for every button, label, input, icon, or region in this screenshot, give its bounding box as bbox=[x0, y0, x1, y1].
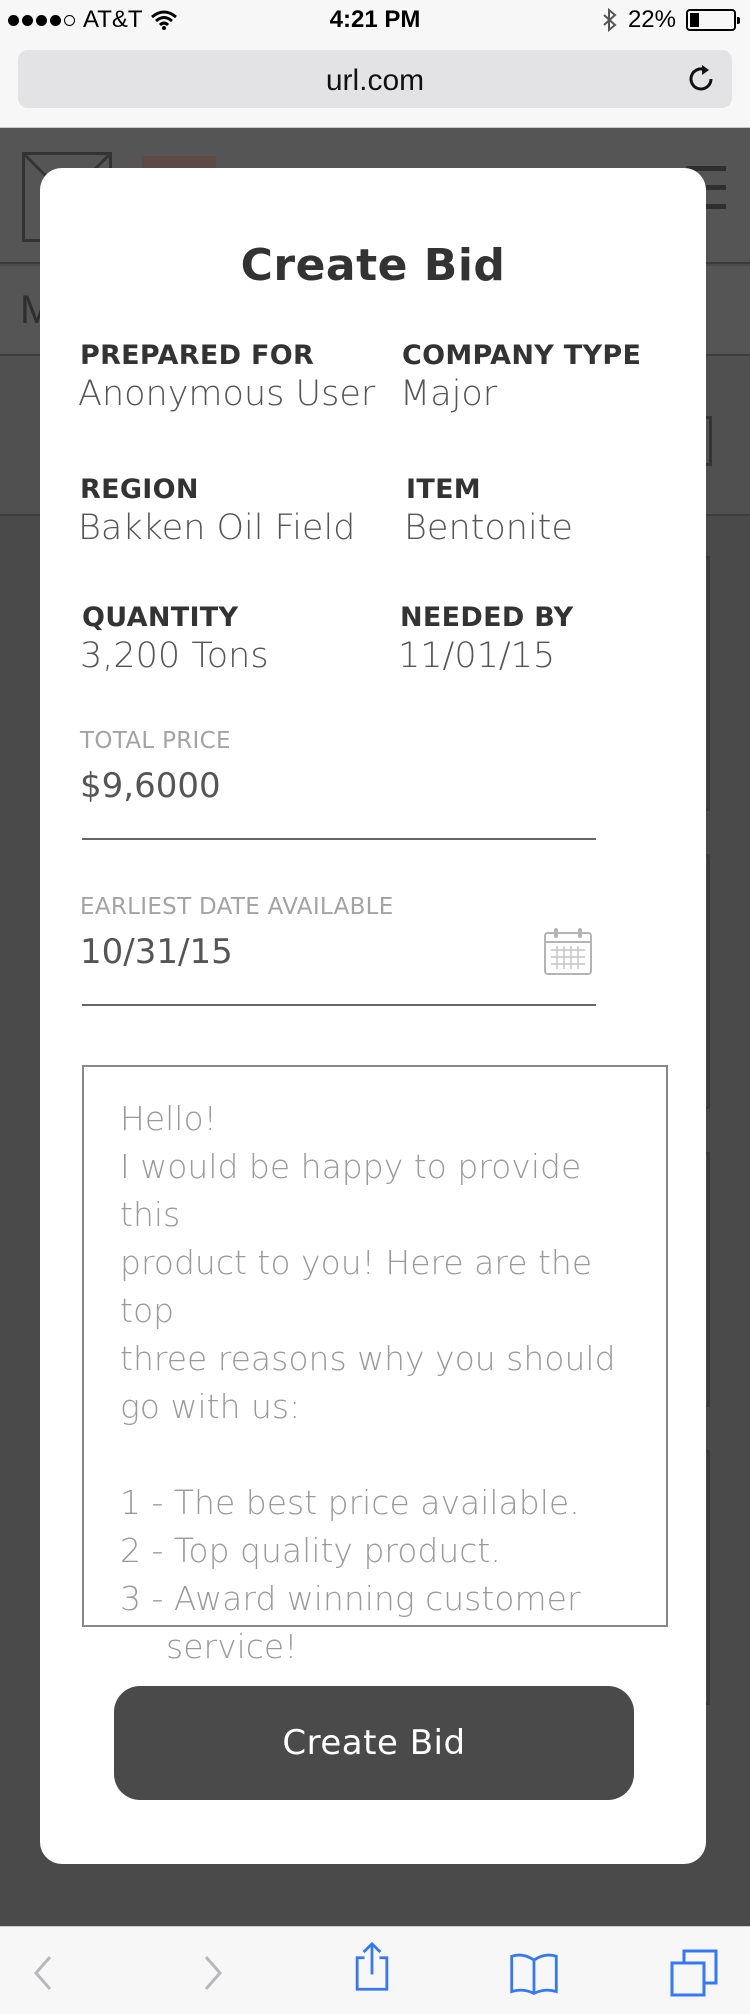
message-reason: 3 - Award winning customer bbox=[120, 1579, 581, 1618]
message-line: Hello! bbox=[120, 1099, 217, 1138]
modal-title: Create Bid bbox=[240, 240, 506, 291]
back-arrow-icon[interactable] bbox=[18, 1947, 70, 1999]
company-type-label: COMPANY TYPE bbox=[402, 340, 642, 371]
status-bar: AT&T 4:21 PM 22% bbox=[0, 0, 750, 40]
create-bid-modal: Create Bid PREPARED FOR Anonymous User C… bbox=[40, 168, 706, 1864]
total-price-label: TOTAL PRICE bbox=[80, 728, 231, 754]
region-value: Bakken Oil Field bbox=[78, 508, 356, 548]
total-price-input[interactable]: $9,6000 bbox=[80, 766, 221, 806]
total-price-underline bbox=[82, 838, 596, 840]
needed-by-label: NEEDED BY bbox=[400, 602, 574, 633]
url-text: url.com bbox=[325, 64, 425, 97]
earliest-date-underline bbox=[82, 1004, 596, 1006]
message-line: three reasons why you should bbox=[120, 1339, 616, 1378]
earliest-date-label: EARLIEST DATE AVAILABLE bbox=[80, 894, 394, 920]
browser-toolbar bbox=[0, 1926, 750, 2014]
battery-icon bbox=[686, 9, 740, 31]
bluetooth-icon bbox=[603, 8, 617, 32]
quantity-value: 3,200 Tons bbox=[80, 636, 269, 676]
message-line: product to you! Here are the top bbox=[120, 1243, 593, 1330]
bookmarks-icon[interactable] bbox=[508, 1947, 560, 1999]
region-label: REGION bbox=[80, 474, 199, 505]
tabs-icon[interactable] bbox=[668, 1947, 720, 1999]
needed-by-value: 11/01/15 bbox=[398, 636, 556, 676]
forward-arrow-icon[interactable] bbox=[186, 1947, 238, 1999]
share-icon[interactable] bbox=[346, 1941, 398, 1993]
browser-address-area: url.com bbox=[0, 40, 750, 128]
message-line: I would be happy to provide this bbox=[120, 1147, 582, 1234]
item-label: ITEM bbox=[406, 474, 481, 505]
reload-icon[interactable] bbox=[684, 62, 718, 96]
battery-percent: 22% bbox=[627, 6, 676, 33]
quantity-label: QUANTITY bbox=[82, 602, 239, 633]
company-type-value: Major bbox=[400, 374, 498, 414]
prepared-for-value: Anonymous User bbox=[78, 374, 376, 414]
message-textarea[interactable]: Hello! I would be happy to provide this … bbox=[82, 1065, 668, 1666]
message-reason: 1 - The best price available. bbox=[120, 1483, 580, 1522]
calendar-icon[interactable] bbox=[543, 926, 593, 976]
create-bid-button[interactable]: Create Bid bbox=[114, 1686, 634, 1800]
message-reason-continued: service! bbox=[166, 1627, 298, 1666]
address-bar[interactable]: url.com bbox=[18, 50, 732, 108]
message-line: go with us: bbox=[120, 1387, 301, 1426]
earliest-date-input[interactable]: 10/31/15 bbox=[80, 932, 233, 972]
item-value: Bentonite bbox=[404, 508, 573, 548]
message-reason: 2 - Top quality product. bbox=[120, 1531, 501, 1570]
prepared-for-label: PREPARED FOR bbox=[80, 340, 315, 371]
